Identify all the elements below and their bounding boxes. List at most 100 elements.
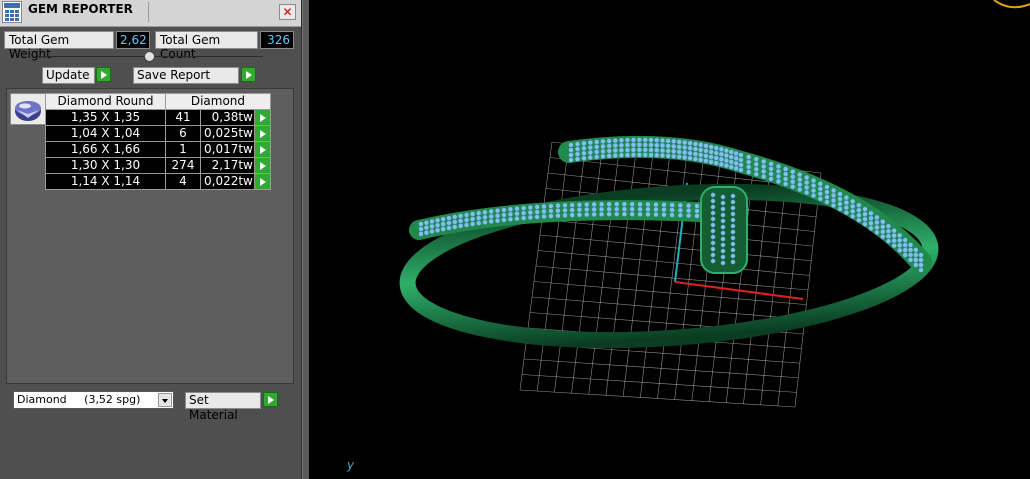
diamond-stone xyxy=(730,229,736,235)
diamond-stone xyxy=(636,142,643,148)
row-play-icon[interactable] xyxy=(253,141,271,158)
diamond-stone xyxy=(624,152,631,158)
diamond-stone xyxy=(713,155,719,161)
diamond-stone xyxy=(665,148,671,154)
diamond-stone xyxy=(568,147,574,153)
diamond-stone xyxy=(692,156,699,162)
chevron-down-icon[interactable] xyxy=(158,393,172,407)
diamond-stone xyxy=(584,206,590,213)
diamond-stone xyxy=(665,138,671,144)
diamond-round-icon[interactable] xyxy=(10,93,46,125)
update-play-icon[interactable] xyxy=(96,67,111,82)
diamond-stone xyxy=(637,211,643,217)
diamond-stone xyxy=(636,137,643,143)
diamond-stone xyxy=(790,174,796,180)
diamond-stone xyxy=(703,148,709,154)
diamond-stone xyxy=(720,212,726,218)
diamond-stone xyxy=(600,148,606,155)
update-button[interactable]: Update xyxy=(42,67,95,84)
material-select[interactable]: Diamond (3,52 spg) xyxy=(13,391,174,409)
diamond-stone xyxy=(618,147,625,153)
diamond-stone xyxy=(494,218,501,224)
diamond-stone xyxy=(692,146,699,152)
row-play-icon[interactable] xyxy=(253,109,271,126)
diamond-stone xyxy=(476,215,482,221)
diamond-stone xyxy=(703,158,709,164)
diamond-stone xyxy=(574,141,581,147)
diamond-stone xyxy=(885,223,892,229)
diamond-stone xyxy=(843,204,850,211)
window-title: GEM REPORTER xyxy=(28,2,133,16)
diamond-stone xyxy=(665,153,671,159)
diamond-stone xyxy=(746,164,752,170)
set-material-button[interactable]: Set Material xyxy=(185,392,261,422)
diamond-stone xyxy=(790,179,796,185)
diamond-stone xyxy=(621,201,628,207)
diamond-stone xyxy=(654,137,660,143)
diamond-stone xyxy=(621,211,628,217)
diamond-stone xyxy=(830,187,837,194)
diamond-stone xyxy=(880,229,886,235)
grid-line xyxy=(521,374,797,393)
diamond-stone xyxy=(868,210,874,216)
diamond-stone xyxy=(761,168,767,175)
diamond-stone xyxy=(618,137,625,143)
close-button[interactable]: ✕ xyxy=(279,4,296,20)
diamond-stone xyxy=(804,174,810,181)
row-play-icon[interactable] xyxy=(253,173,271,190)
diamond-stone xyxy=(728,149,734,155)
diamond-stone xyxy=(730,253,736,259)
diamond-stone xyxy=(541,213,547,220)
material-select-value: Diamond (3,52 spg) xyxy=(17,393,141,406)
table-row: 1,04 X 1,04 6 0,025tw xyxy=(45,125,271,142)
diamond-stone xyxy=(636,147,643,153)
diamond-stone xyxy=(606,201,612,207)
diamond-stone xyxy=(630,152,637,158)
save-report-button[interactable]: Save Report xyxy=(133,67,239,84)
diamond-stone xyxy=(907,242,914,248)
save-report-play-icon[interactable] xyxy=(241,67,256,82)
diamond-stone xyxy=(790,184,796,190)
row-play-icon[interactable] xyxy=(253,125,271,142)
diamond-stone xyxy=(423,230,430,236)
diamond-stone xyxy=(621,206,628,212)
close-icon: ✕ xyxy=(282,5,293,19)
diamond-stone xyxy=(738,162,744,168)
diamond-stone xyxy=(862,221,868,227)
3d-viewport[interactable]: y xyxy=(309,0,1030,479)
set-material-play-icon[interactable] xyxy=(263,392,278,407)
diamond-stone xyxy=(708,149,714,155)
diamond-stone xyxy=(642,137,648,143)
diamond-stone xyxy=(594,139,600,145)
diamond-stone xyxy=(598,201,605,207)
diamond-stone xyxy=(902,247,908,253)
diamond-stone xyxy=(568,152,574,158)
collapse-slider-knob[interactable] xyxy=(144,51,155,62)
diamond-stone xyxy=(868,225,874,231)
diamond-stone xyxy=(501,212,507,218)
diamond-stone xyxy=(527,214,534,221)
row-play-icon[interactable] xyxy=(253,157,271,174)
diamond-stone xyxy=(775,168,782,175)
diamond-stone xyxy=(698,152,704,158)
diamond-stone xyxy=(642,152,648,158)
diamond-stone xyxy=(913,252,919,258)
diamond-stone xyxy=(434,227,441,233)
diamond-stone xyxy=(423,220,430,226)
diamond-stone xyxy=(614,201,620,207)
diamond-stone xyxy=(710,234,716,240)
diamond-stone xyxy=(440,226,446,232)
diamond-stone xyxy=(598,211,605,217)
diamond-stone xyxy=(810,177,817,184)
diamond-stone xyxy=(713,160,719,166)
diamond-stone xyxy=(753,156,759,162)
diamond-stone xyxy=(612,147,618,154)
gem-weight: 0,017tw xyxy=(200,141,255,158)
diamond-stone xyxy=(637,201,643,207)
diamond-stone xyxy=(642,142,648,148)
diamond-stone xyxy=(897,247,903,253)
diamond-stone xyxy=(606,143,612,149)
diamond-stone xyxy=(730,247,736,253)
diamond-stone xyxy=(507,211,514,217)
diamond-stone xyxy=(868,215,874,221)
